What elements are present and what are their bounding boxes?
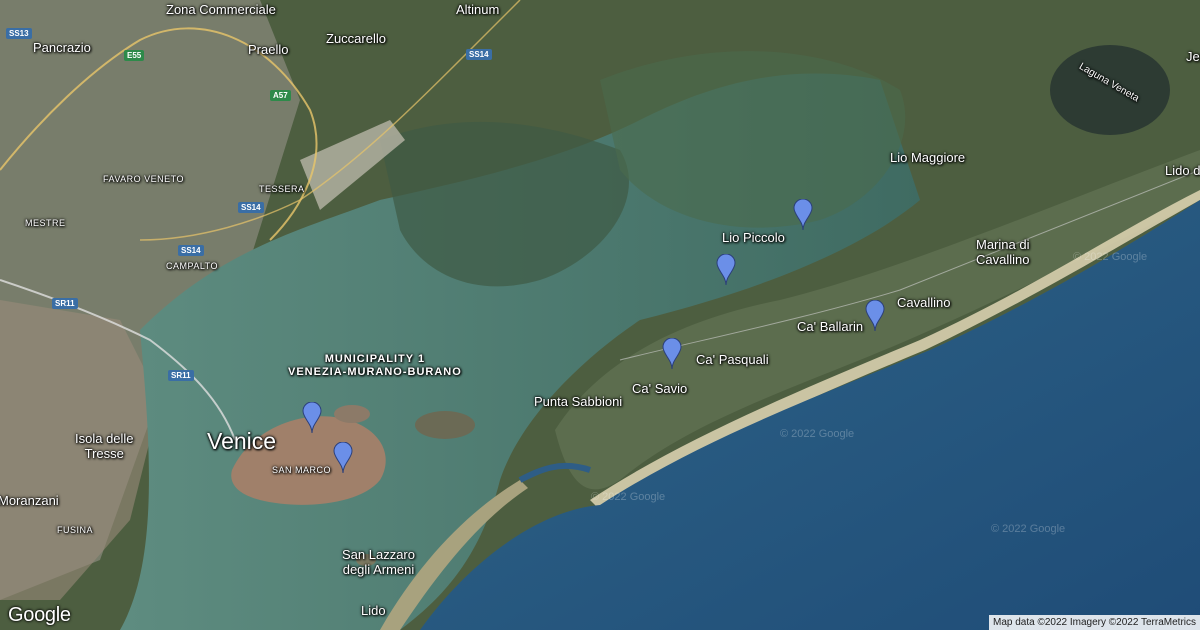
isola-line1: Isola delle [75,431,134,446]
road-shield-e55: E55 [124,50,145,61]
isola-line2: Tresse [84,446,124,461]
place-label-praello: Praello [248,42,289,57]
map-attribution[interactable]: Map data ©2022 Imagery ©2022 TerraMetric… [989,615,1200,630]
place-label-san-marco: SAN MARCO [272,465,332,475]
google-logo[interactable]: Google [8,604,71,627]
watermark-text: © 2022 Google [991,523,1066,535]
place-label-lio-maggiore: Lio Maggiore [890,150,966,165]
place-label-favaro-veneto: FAVARO VENETO [103,174,185,184]
place-label-isola-delle-tresse: Isola delle Tresse [75,431,134,461]
road-shield-ss14-a: SS14 [466,49,492,60]
san-lazzaro-line2: degli Armeni [342,562,415,577]
place-label-tessera: TESSERA [259,184,305,194]
place-label-fusina: FUSINA [57,525,94,535]
road-shield-sr11-b: SR11 [168,370,194,381]
municipality-line2: VENEZIA-MURANO-BURANO [288,366,462,378]
place-label-jesolo: Jes [1186,49,1200,64]
road-shield-ss13: SS13 [6,28,32,39]
place-label-ca-pasquali: Ca' Pasquali [696,352,769,367]
road-shield-sr11-a: SR11 [52,298,78,309]
place-label-lido: Lido [361,603,386,618]
map-view[interactable]: Zona Commerciale Altinum Pancrazio Prael… [0,0,1200,630]
map-marker-icon[interactable] [302,402,322,434]
satellite-imagery [0,0,1200,630]
map-marker-icon[interactable] [333,442,353,474]
map-marker-icon[interactable] [865,300,885,332]
place-label-zuccarello: Zuccarello [326,31,386,46]
place-label-ca-savio: Ca' Savio [632,381,688,396]
map-marker-icon[interactable] [716,254,736,286]
place-label-lio-piccolo: Lio Piccolo [722,230,785,245]
place-label-moranzani: Moranzani [0,493,59,508]
place-label-marina-di-cavallino: Marina di Cavallino [976,237,1029,267]
map-marker-icon[interactable] [793,199,813,231]
municipality-line1: MUNICIPALITY 1 [324,353,426,365]
place-label-san-lazzaro: San Lazzaro degli Armeni [342,547,415,577]
place-label-zona-commerciale: Zona Commerciale [166,2,276,17]
place-label-ca-ballarin: Ca' Ballarin [797,319,864,334]
place-label-cavallino: Cavallino [897,295,951,310]
san-lazzaro-line1: San Lazzaro [342,547,415,562]
watermark-text: © 2022 Google [780,428,855,440]
marina-line2: Cavallino [976,252,1030,267]
place-label-pancrazio: Pancrazio [33,40,91,55]
watermark-text: © 2022 Google [1073,251,1148,263]
place-label-venice: Venice [207,428,277,454]
road-shield-ss14-c: SS14 [178,245,204,256]
place-label-lido-jesolo: Lido d [1165,163,1200,178]
place-label-municipality: MUNICIPALITY 1 VENEZIA-MURANO-BURANO [288,353,462,379]
road-shield-a57: A57 [270,90,291,101]
place-label-punta-sabbioni: Punta Sabbioni [534,394,623,409]
road-shield-ss14-b: SS14 [238,202,264,213]
marina-line1: Marina di [976,237,1030,252]
place-label-campalto: CAMPALTO [166,261,219,271]
place-label-mestre: MESTRE [25,218,66,228]
map-marker-icon[interactable] [662,338,682,370]
watermark-text: © 2022 Google [591,491,666,503]
place-label-altinum: Altinum [456,2,500,17]
